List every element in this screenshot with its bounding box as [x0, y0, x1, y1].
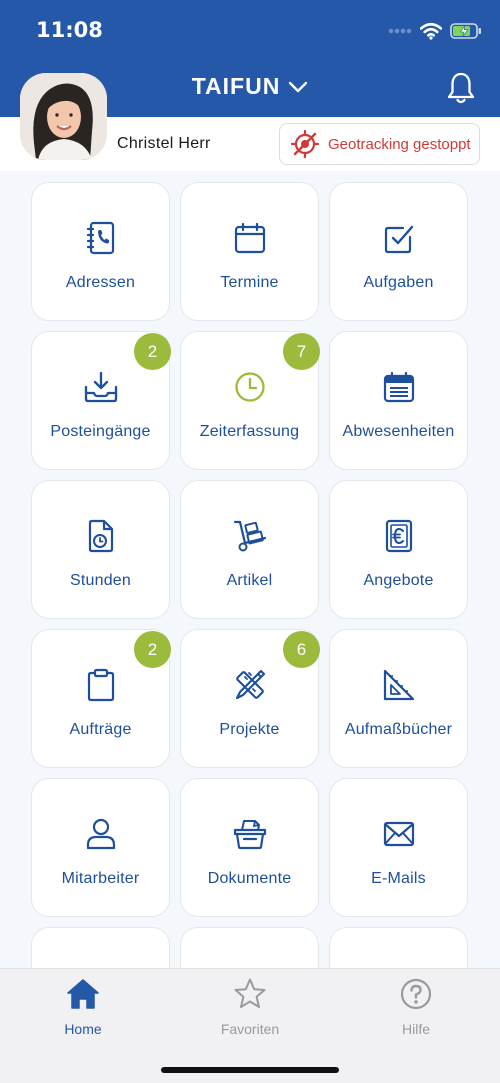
avatar[interactable]: [20, 73, 107, 160]
tile-aufmassbuecher[interactable]: Aufmaßbücher: [329, 629, 468, 768]
tile-dokumente[interactable]: Dokumente: [180, 778, 319, 917]
tile-label: Dokumente: [207, 870, 292, 887]
wifi-icon: [420, 22, 442, 40]
badge-count: 7: [283, 333, 320, 370]
tile-label: Angebote: [363, 572, 434, 589]
tile-zeiterfassung[interactable]: 7 Zeiterfassung: [180, 331, 320, 470]
envelope-icon: [383, 821, 414, 847]
tile-posteingaenge[interactable]: 2 Posteingänge: [31, 331, 171, 470]
tab-label: Favoriten: [220, 1021, 280, 1037]
tile-label: Posteingänge: [50, 423, 151, 440]
tab-bar: Home Favoriten Hilfe: [0, 968, 500, 1083]
calendar-list-icon: [383, 371, 414, 403]
tab-hilfe[interactable]: Hilfe: [356, 977, 476, 1037]
tile-emails[interactable]: E-Mails: [329, 778, 468, 917]
tile-label: Adressen: [65, 274, 136, 291]
tab-label: Home: [64, 1021, 102, 1037]
geotracking-label: Geotracking gestoppt: [328, 135, 471, 153]
company-title: TAIFUN: [191, 73, 281, 99]
badge-count: 2: [134, 631, 171, 668]
tile-label: Aufgaben: [363, 274, 434, 291]
tile-artikel[interactable]: Artikel: [180, 480, 319, 619]
tile-label: Zeiterfassung: [199, 423, 300, 440]
euro-document-icon: [385, 519, 412, 553]
tile-auftraege[interactable]: 2 Aufträge: [31, 629, 171, 768]
tile-label: Mitarbeiter: [61, 870, 140, 887]
person-icon: [86, 818, 115, 850]
home-indicator: [161, 1067, 339, 1073]
badge-count: 2: [134, 333, 171, 370]
home-icon: [67, 979, 99, 1009]
tile-label: Stunden: [69, 572, 131, 589]
address-book-icon: [86, 221, 114, 255]
inbox-download-icon: [84, 371, 117, 403]
calendar-icon: [234, 222, 265, 254]
badge-count: 6: [283, 631, 320, 668]
tile-label: Abwesenheiten: [342, 423, 455, 440]
tab-favoriten[interactable]: Favoriten: [190, 977, 310, 1037]
clock-icon: [234, 372, 265, 402]
tile-stunden[interactable]: Stunden: [31, 480, 170, 619]
clipboard-icon: [87, 668, 114, 702]
geotracking-button[interactable]: Geotracking gestoppt: [279, 123, 480, 165]
tile-adressen[interactable]: Adressen: [31, 182, 170, 321]
geotracking-off-icon: [290, 129, 320, 159]
tile-label: E-Mails: [371, 870, 426, 887]
checkbox-icon: [384, 225, 413, 254]
status-time: 11:08: [36, 18, 103, 42]
user-name: Christel Herr: [117, 135, 211, 152]
help-icon: [400, 978, 432, 1010]
set-square-icon: [383, 669, 414, 701]
tile-label: Projekte: [219, 721, 280, 738]
document-basket-icon: [233, 820, 266, 850]
tile-projekte[interactable]: 6 Projekte: [180, 629, 320, 768]
signal-icon: [388, 28, 412, 34]
tab-home[interactable]: Home: [23, 977, 143, 1037]
tile-abwesenheiten[interactable]: Abwesenheiten: [329, 331, 468, 470]
battery-icon: [450, 23, 481, 39]
tile-aufgaben[interactable]: Aufgaben: [329, 182, 468, 321]
tab-label: Hilfe: [401, 1021, 430, 1037]
tile-label: Termine: [220, 274, 279, 291]
tile-termine[interactable]: Termine: [180, 182, 319, 321]
pencil-ruler-icon: [235, 669, 265, 700]
tile-angebote[interactable]: Angebote: [329, 480, 468, 619]
status-icons: [388, 18, 482, 44]
star-icon: [234, 978, 266, 1008]
tile-mitarbeiter[interactable]: Mitarbeiter: [31, 778, 170, 917]
profile-photo: [20, 73, 107, 160]
tile-label: Aufmaßbücher: [344, 721, 453, 738]
chevron-down-icon: [289, 81, 308, 92]
document-clock-icon: [88, 519, 113, 553]
hand-truck-icon: [233, 520, 266, 552]
bell-icon[interactable]: [446, 71, 476, 105]
tile-label: Aufträge: [69, 721, 132, 738]
tile-label: Artikel: [226, 572, 273, 589]
